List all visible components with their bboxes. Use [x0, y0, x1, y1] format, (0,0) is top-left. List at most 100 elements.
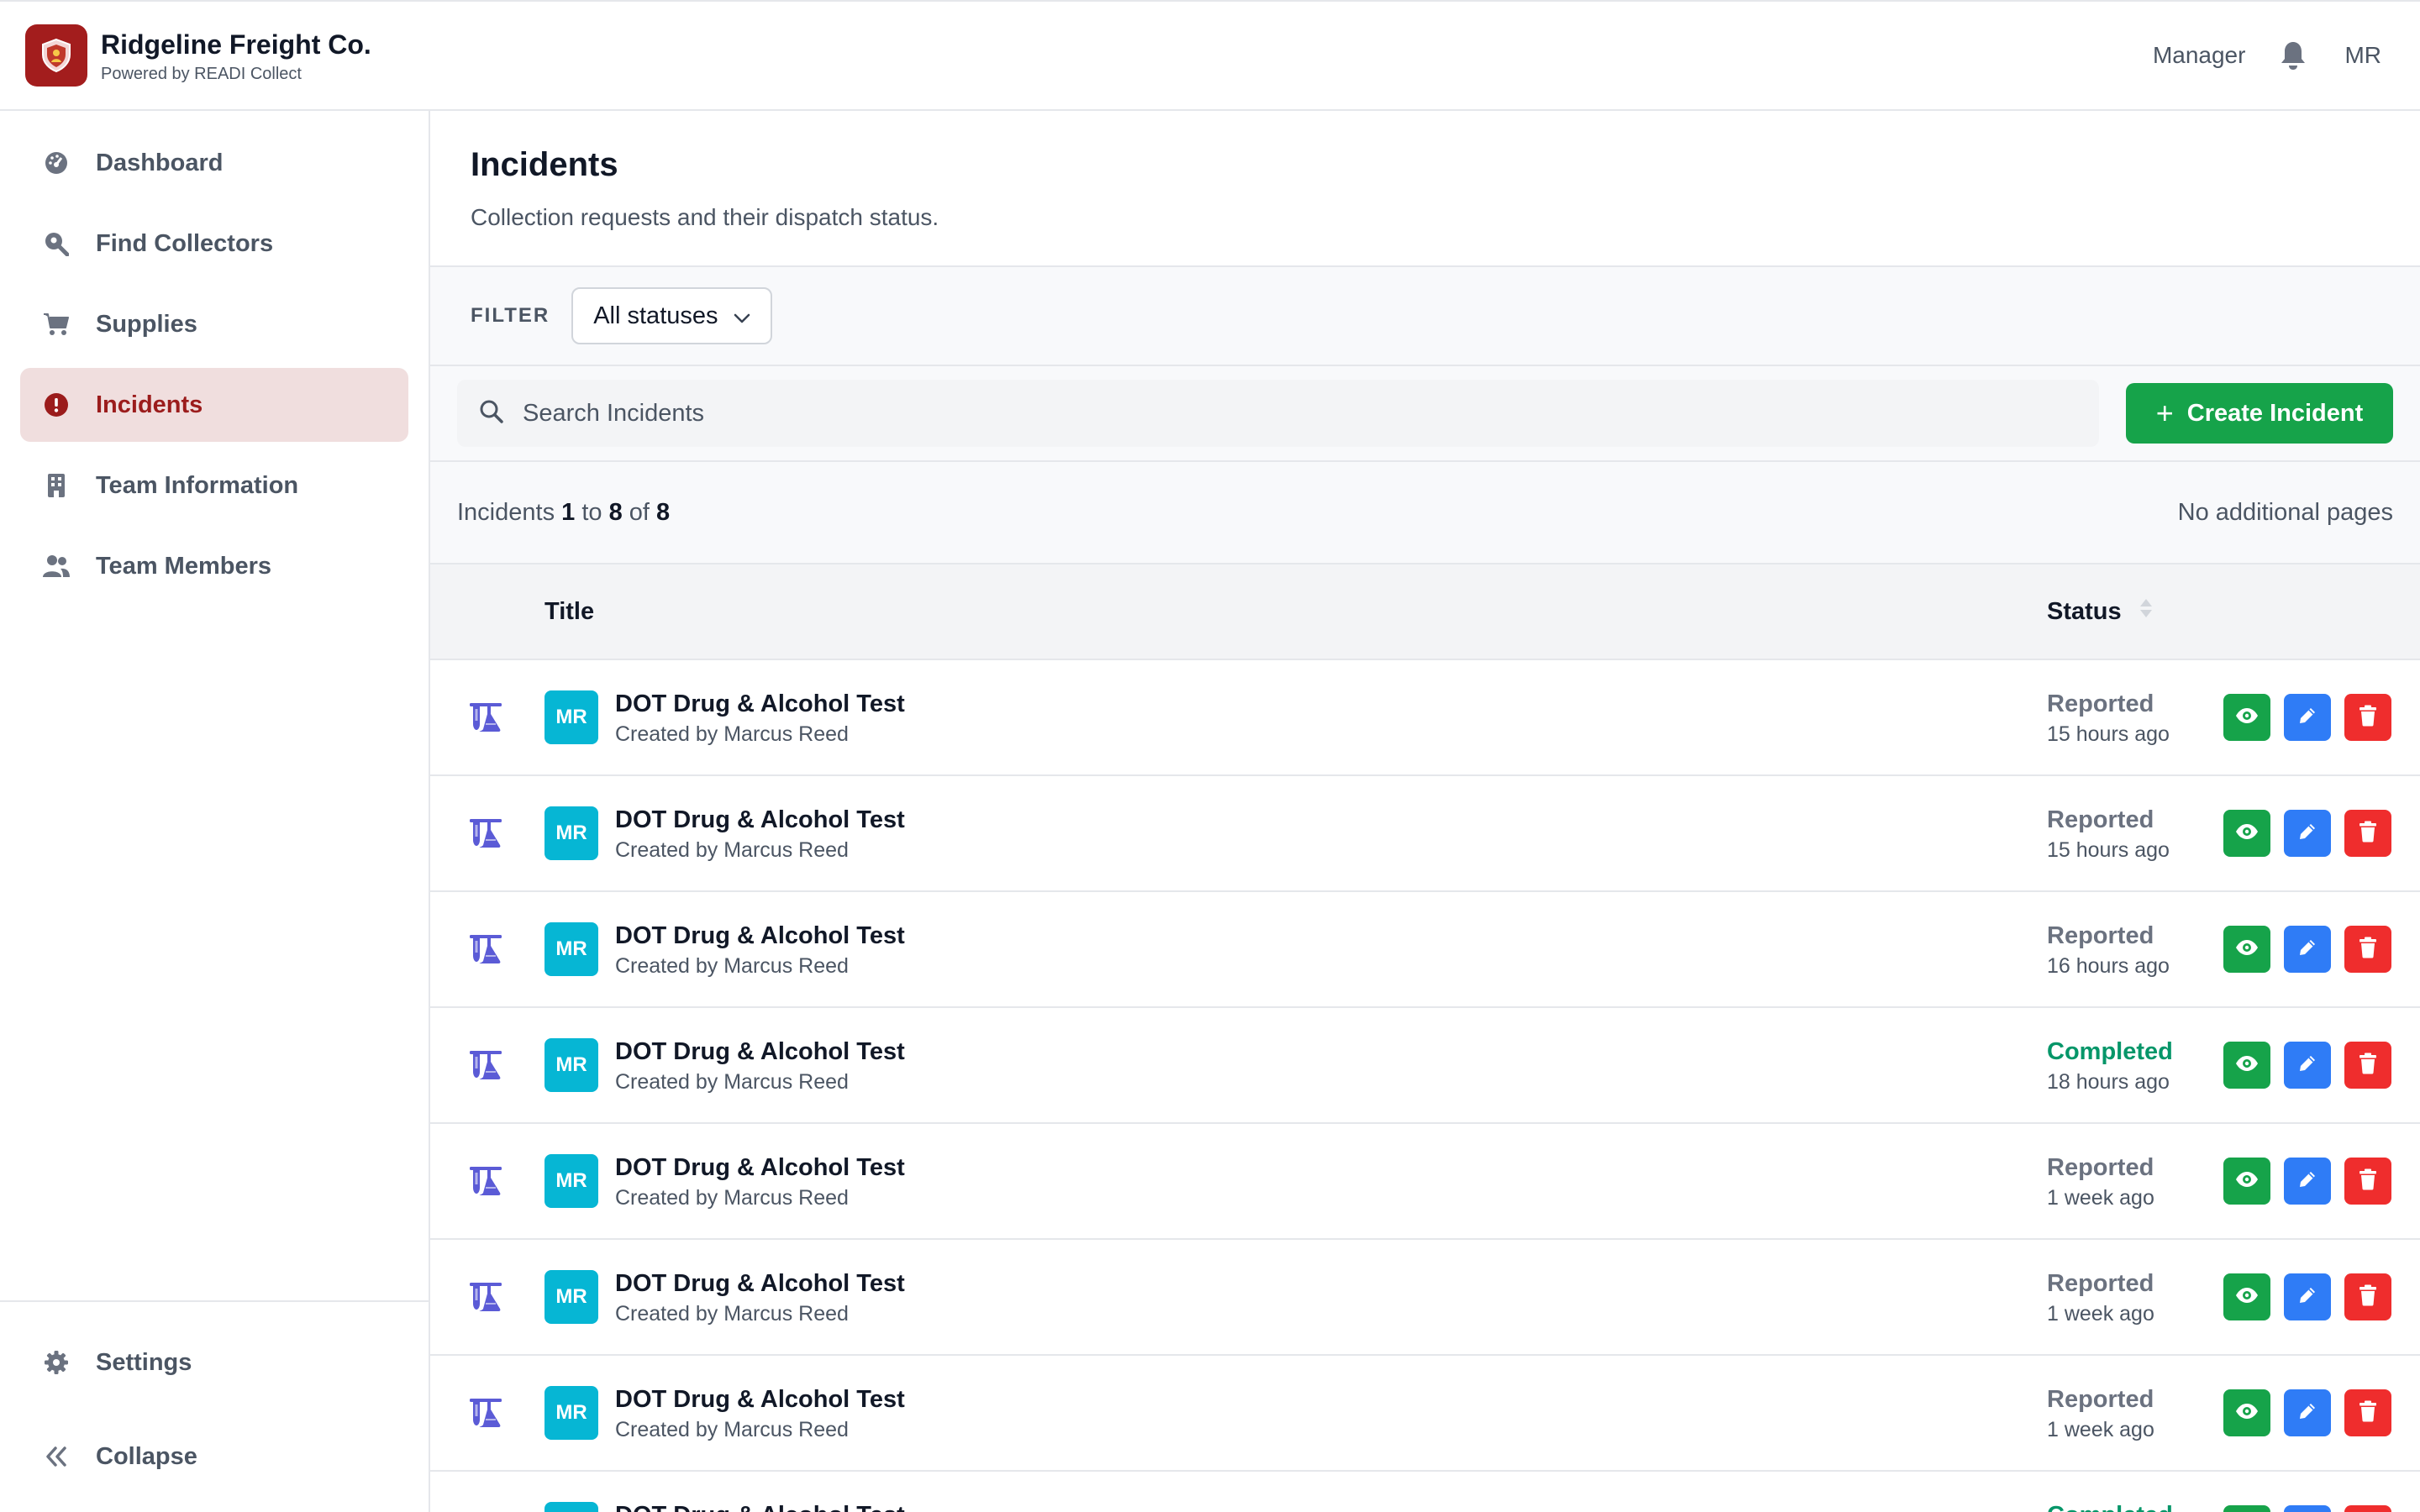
user-avatar[interactable]: MR: [2344, 42, 2381, 69]
trash-icon: [2359, 1053, 2377, 1079]
view-button[interactable]: [2223, 1273, 2270, 1320]
pagination-summary: Incidents 1 to 8 of 8 No additional page…: [430, 462, 2420, 564]
delete-button[interactable]: [2344, 1389, 2391, 1436]
delete-button[interactable]: [2344, 694, 2391, 741]
bell-icon[interactable]: [2277, 39, 2309, 71]
trash-icon: [2359, 1284, 2377, 1310]
row-actions: [2223, 1505, 2391, 1512]
plus-icon: +: [2155, 396, 2174, 430]
test-tubes-icon: [469, 818, 502, 853]
status-text: Reported: [2047, 690, 2154, 717]
sidebar-item-label: Settings: [96, 1348, 192, 1376]
status-time: 1 week ago: [2047, 1186, 2154, 1210]
edit-button[interactable]: [2284, 810, 2331, 857]
test-tubes-icon: [469, 1050, 502, 1084]
edit-button[interactable]: [2284, 1273, 2331, 1320]
status-text: Reported: [2047, 1386, 2154, 1413]
search-box[interactable]: [457, 380, 2099, 447]
column-header-status-label: Status: [2047, 597, 2122, 625]
edit-button[interactable]: [2284, 1042, 2331, 1089]
delete-button[interactable]: [2344, 810, 2391, 857]
sidebar-item-dashboard[interactable]: Dashboard: [20, 126, 408, 200]
edit-button[interactable]: [2284, 1505, 2331, 1512]
test-tubes-icon: [469, 1166, 502, 1200]
delete-button[interactable]: [2344, 1505, 2391, 1512]
result-count: Incidents 1 to 8 of 8: [457, 499, 670, 527]
sidebar-item-settings[interactable]: Settings: [20, 1326, 408, 1399]
edit-button[interactable]: [2284, 1389, 2331, 1436]
status-time: 15 hours ago: [2047, 722, 2170, 746]
sort-icon[interactable]: [2139, 596, 2154, 627]
filter-label: FILTER: [471, 304, 550, 327]
view-button[interactable]: [2223, 1158, 2270, 1205]
status-time: 1 week ago: [2047, 1418, 2154, 1441]
incident-title[interactable]: DOT Drug & Alcohol Test: [615, 1502, 905, 1512]
avatar: MR: [544, 1386, 598, 1440]
row-actions: [2223, 1273, 2391, 1320]
incident-title[interactable]: DOT Drug & Alcohol Test: [615, 1270, 905, 1298]
view-button[interactable]: [2223, 1042, 2270, 1089]
view-button[interactable]: [2223, 1389, 2270, 1436]
table-row[interactable]: MR DOT Drug & Alcohol Test Created by Ma…: [430, 1240, 2420, 1356]
building-icon: [42, 471, 71, 500]
sidebar-item-incidents[interactable]: Incidents: [20, 368, 408, 442]
delete-button[interactable]: [2344, 1042, 2391, 1089]
trash-icon: [2359, 705, 2377, 731]
status-filter-select[interactable]: All statuses: [571, 287, 772, 344]
avatar: MR: [544, 1038, 598, 1092]
incident-title[interactable]: DOT Drug & Alcohol Test: [615, 690, 905, 718]
status-text: Reported: [2047, 1154, 2154, 1181]
edit-button[interactable]: [2284, 926, 2331, 973]
avatar: MR: [544, 922, 598, 976]
eye-icon: [2235, 707, 2259, 728]
search-input[interactable]: [523, 399, 1867, 428]
view-button[interactable]: [2223, 1505, 2270, 1512]
table-row[interactable]: MR DOT Drug & Alcohol Test Created by Ma…: [430, 1008, 2420, 1124]
table-row[interactable]: MR DOT Drug & Alcohol Test Created by Ma…: [430, 1472, 2420, 1512]
pencil-icon: [2297, 706, 2317, 730]
table-row[interactable]: MR DOT Drug & Alcohol Test Created by Ma…: [430, 660, 2420, 776]
test-tubes-icon: [469, 1398, 502, 1432]
column-header-title: Title: [544, 597, 595, 625]
incident-title[interactable]: DOT Drug & Alcohol Test: [615, 1154, 905, 1182]
table-row[interactable]: MR DOT Drug & Alcohol Test Created by Ma…: [430, 892, 2420, 1008]
edit-button[interactable]: [2284, 1158, 2331, 1205]
delete-button[interactable]: [2344, 1158, 2391, 1205]
incident-created-by: Created by Marcus Reed: [615, 722, 849, 746]
view-button[interactable]: [2223, 926, 2270, 973]
filter-bar: FILTER All statuses: [430, 267, 2420, 366]
view-button[interactable]: [2223, 694, 2270, 741]
create-incident-button[interactable]: + Create Incident: [2126, 383, 2393, 444]
top-header: Ridgeline Freight Co. Powered by READI C…: [0, 0, 2420, 111]
table-row[interactable]: MR DOT Drug & Alcohol Test Created by Ma…: [430, 1356, 2420, 1472]
create-incident-label: Create Incident: [2186, 399, 2364, 427]
count-prefix: Incidents: [457, 498, 555, 526]
incident-title[interactable]: DOT Drug & Alcohol Test: [615, 1386, 905, 1414]
status-time: 18 hours ago: [2047, 1070, 2170, 1094]
sidebar-item-supplies[interactable]: Supplies: [20, 287, 408, 361]
sidebar-item-team-information[interactable]: Team Information: [20, 449, 408, 522]
table-row[interactable]: MR DOT Drug & Alcohol Test Created by Ma…: [430, 1124, 2420, 1240]
view-button[interactable]: [2223, 810, 2270, 857]
edit-button[interactable]: [2284, 694, 2331, 741]
incident-title[interactable]: DOT Drug & Alcohol Test: [615, 922, 905, 950]
pencil-icon: [2297, 1285, 2317, 1310]
sidebar-item-label: Team Members: [96, 552, 271, 580]
table-row[interactable]: MR DOT Drug & Alcohol Test Created by Ma…: [430, 776, 2420, 892]
delete-button[interactable]: [2344, 1273, 2391, 1320]
collapse-sidebar-button[interactable]: Collapse: [20, 1420, 408, 1494]
status-text: Completed: [2047, 1502, 2173, 1512]
delete-button[interactable]: [2344, 926, 2391, 973]
column-header-status[interactable]: Status: [2047, 596, 2154, 627]
sidebar-nav: Dashboard Find Collectors Supplies Incid…: [0, 111, 429, 603]
sidebar-item-find-collectors[interactable]: Find Collectors: [20, 207, 408, 281]
incident-title[interactable]: DOT Drug & Alcohol Test: [615, 1038, 905, 1066]
incident-title[interactable]: DOT Drug & Alcohol Test: [615, 806, 905, 834]
role-selector[interactable]: Manager: [2153, 42, 2246, 69]
avatar: MR: [544, 1502, 598, 1512]
sidebar-item-label: Supplies: [96, 310, 197, 338]
pencil-icon: [2297, 822, 2317, 846]
brand[interactable]: Ridgeline Freight Co. Powered by READI C…: [0, 24, 371, 87]
sidebar-item-team-members[interactable]: Team Members: [20, 529, 408, 603]
sidebar-item-label: Dashboard: [96, 149, 224, 176]
